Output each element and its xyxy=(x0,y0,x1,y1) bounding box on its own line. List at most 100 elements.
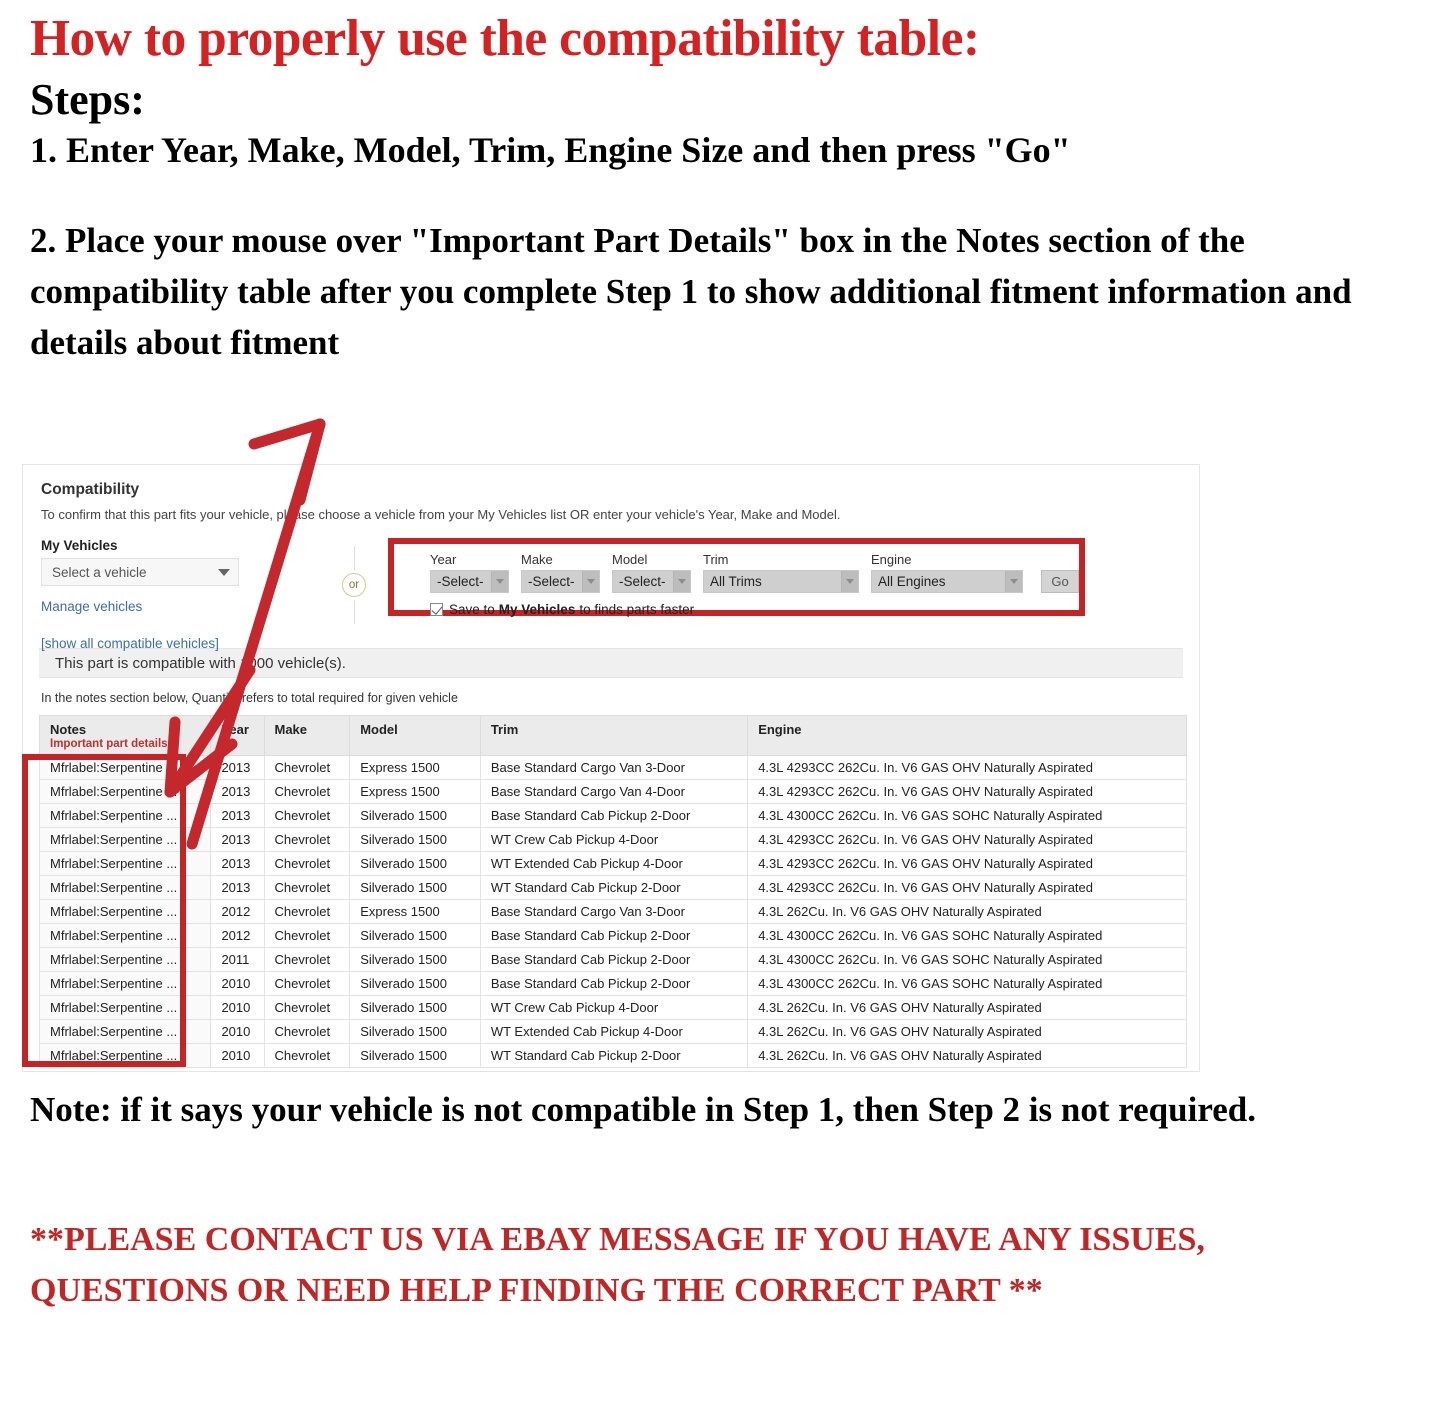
th-engine: Engine xyxy=(747,715,1187,756)
compatibility-panel: Compatibility To confirm that this part … xyxy=(22,464,1200,1072)
cell-trim: WT Standard Cab Pickup 2-Door xyxy=(479,875,749,900)
cell-engine: 4.3L 4293CC 262Cu. In. V6 GAS OHV Natura… xyxy=(747,755,1187,780)
cell-notes[interactable]: Mfrlabel:Serpentine ... xyxy=(38,923,212,948)
cell-notes[interactable]: Mfrlabel:Serpentine ... xyxy=(38,851,212,876)
th-notes-label: Notes xyxy=(50,722,87,737)
year-select[interactable]: -Select- xyxy=(430,570,509,593)
make-select-value: -Select- xyxy=(528,574,575,589)
cell-model: Express 1500 xyxy=(349,779,481,804)
step-2-text: 2. Place your mouse over "Important Part… xyxy=(30,220,1352,362)
cell-model: Silverado 1500 xyxy=(349,923,481,948)
chevron-down-icon xyxy=(1005,571,1022,592)
cell-make: Chevrolet xyxy=(263,1043,351,1068)
cell-engine: 4.3L 262Cu. In. V6 GAS OHV Naturally Asp… xyxy=(747,899,1187,924)
cell-notes[interactable]: Mfrlabel:Serpentine ... xyxy=(38,827,212,852)
save-to-my-vehicles-checkbox[interactable] xyxy=(430,603,443,616)
cell-engine: 4.3L 262Cu. In. V6 GAS OHV Naturally Asp… xyxy=(747,1019,1187,1044)
table-row: Mfrlabel:Serpentine ... 2011 Chevrolet Silv… xyxy=(38,947,1187,972)
model-field: Model -Select- xyxy=(612,552,691,593)
cell-trim: Base Standard Cargo Van 4-Door xyxy=(479,779,749,804)
model-select[interactable]: -Select- xyxy=(612,570,691,593)
model-select-value: -Select- xyxy=(619,574,666,589)
cell-year: 2012 xyxy=(210,923,265,948)
manage-vehicles-link[interactable]: Manage vehicles xyxy=(41,599,251,614)
make-label: Make xyxy=(521,552,553,567)
make-field: Make -Select- xyxy=(521,552,600,593)
vehicle-finder-fields: Year -Select- Make -Select- Model -Selec… xyxy=(430,552,1079,593)
cell-make: Chevrolet xyxy=(263,1019,351,1044)
cell-notes[interactable]: Mfrlabel:Serpentine ... xyxy=(38,1019,212,1044)
table-row: Mfrlabel:Serpentine ... 2012 Chevrolet Silv… xyxy=(38,923,1187,948)
table-row: Mfrlabel:Serpentine ... 2013 Chevrolet Expr… xyxy=(38,755,1187,780)
cell-trim: Base Standard Cab Pickup 2-Door xyxy=(479,803,749,828)
model-label: Model xyxy=(612,552,648,567)
vehicle-finder-highlight-box: Year -Select- Make -Select- Model -Selec… xyxy=(388,538,1085,617)
year-label: Year xyxy=(430,552,457,567)
cell-notes[interactable]: Mfrlabel:Serpentine ... xyxy=(38,1043,212,1068)
cell-engine: 4.3L 4300CC 262Cu. In. V6 GAS SOHC Natur… xyxy=(747,923,1187,948)
compatibility-heading: Compatibility xyxy=(41,481,140,498)
my-vehicles-select[interactable]: Select a vehicle xyxy=(41,558,239,586)
cell-make: Chevrolet xyxy=(263,875,351,900)
trim-label: Trim xyxy=(703,552,729,567)
save-bold-text: My Vehicles xyxy=(498,602,576,617)
cell-trim: Base Standard Cargo Van 3-Door xyxy=(479,899,749,924)
cell-year: 2013 xyxy=(210,875,265,900)
cell-make: Chevrolet xyxy=(263,995,351,1020)
quantity-note: In the notes section below, Quantity ref… xyxy=(41,691,458,705)
cell-notes[interactable]: Mfrlabel:Serpentine ... xyxy=(38,779,212,804)
cell-year: 2010 xyxy=(210,1043,265,1068)
cell-model: Silverado 1500 xyxy=(349,875,481,900)
compatibility-description: To confirm that this part fits your vehi… xyxy=(41,507,841,522)
cell-make: Chevrolet xyxy=(263,851,351,876)
chevron-down-icon xyxy=(673,571,690,592)
steps-label: Steps: xyxy=(30,75,145,125)
cell-model: Express 1500 xyxy=(349,755,481,780)
year-select-value: -Select- xyxy=(437,574,484,589)
chevron-down-icon xyxy=(841,571,858,592)
cell-trim: WT Crew Cab Pickup 4-Door xyxy=(479,827,749,852)
chevron-down-icon xyxy=(582,571,599,592)
cell-notes[interactable]: Mfrlabel:Serpentine ... xyxy=(38,995,212,1020)
cell-notes[interactable]: Mfrlabel:Serpentine ... xyxy=(38,755,212,780)
cell-notes[interactable]: Mfrlabel:Serpentine ... xyxy=(38,803,212,828)
cell-year: 2010 xyxy=(210,995,265,1020)
cell-notes[interactable]: Mfrlabel:Serpentine ... xyxy=(38,947,212,972)
fitment-table: Notes Important part details Year Make M… xyxy=(38,715,1187,1068)
go-button[interactable]: Go xyxy=(1041,570,1079,593)
my-vehicles-select-value: Select a vehicle xyxy=(52,564,147,580)
cell-notes[interactable]: Mfrlabel:Serpentine ... xyxy=(38,899,212,924)
vehicle-chooser: My Vehicles Select a vehicle Manage vehi… xyxy=(39,538,1183,651)
cell-notes[interactable]: Mfrlabel:Serpentine ... xyxy=(38,971,212,996)
cell-engine: 4.3L 4293CC 262Cu. In. V6 GAS OHV Natura… xyxy=(747,827,1187,852)
or-divider: or xyxy=(332,546,376,624)
cell-trim: WT Extended Cab Pickup 4-Door xyxy=(479,851,749,876)
save-suffix-text: to finds parts faster xyxy=(579,602,695,617)
th-year: Year xyxy=(210,715,265,756)
show-all-compatible-vehicles-link[interactable]: [show all compatible vehicles] xyxy=(41,636,251,651)
cell-make: Chevrolet xyxy=(263,923,351,948)
contact-text: **PLEASE CONTACT US VIA EBAY MESSAGE IF … xyxy=(30,1221,1205,1309)
or-badge: or xyxy=(342,573,366,597)
or-line-bottom xyxy=(353,600,355,624)
cell-model: Silverado 1500 xyxy=(349,995,481,1020)
cell-model: Silverado 1500 xyxy=(349,851,481,876)
cell-make: Chevrolet xyxy=(263,755,351,780)
cell-trim: WT Crew Cab Pickup 4-Door xyxy=(479,995,749,1020)
cell-make: Chevrolet xyxy=(263,827,351,852)
cell-notes[interactable]: Mfrlabel:Serpentine ... xyxy=(38,875,212,900)
engine-select[interactable]: All Engines xyxy=(871,570,1023,593)
table-row: Mfrlabel:Serpentine ... 2013 Chevrolet Silv… xyxy=(38,851,1187,876)
make-select[interactable]: -Select- xyxy=(521,570,600,593)
cell-year: 2010 xyxy=(210,971,265,996)
trim-select[interactable]: All Trims xyxy=(703,570,859,593)
cell-trim: Base Standard Cab Pickup 2-Door xyxy=(479,923,749,948)
cell-model: Silverado 1500 xyxy=(349,1043,481,1068)
save-to-my-vehicles-row[interactable]: Save to My Vehicles to finds parts faste… xyxy=(430,602,1079,617)
compatibility-count-banner: This part is compatible with 1000 vehicl… xyxy=(39,648,1183,678)
page-title: How to properly use the compatibility ta… xyxy=(30,10,980,67)
chevron-down-icon xyxy=(218,568,230,576)
engine-select-value: All Engines xyxy=(878,574,946,589)
table-row: Mfrlabel:Serpentine ... 2013 Chevrolet Silv… xyxy=(38,827,1187,852)
year-field: Year -Select- xyxy=(430,552,509,593)
